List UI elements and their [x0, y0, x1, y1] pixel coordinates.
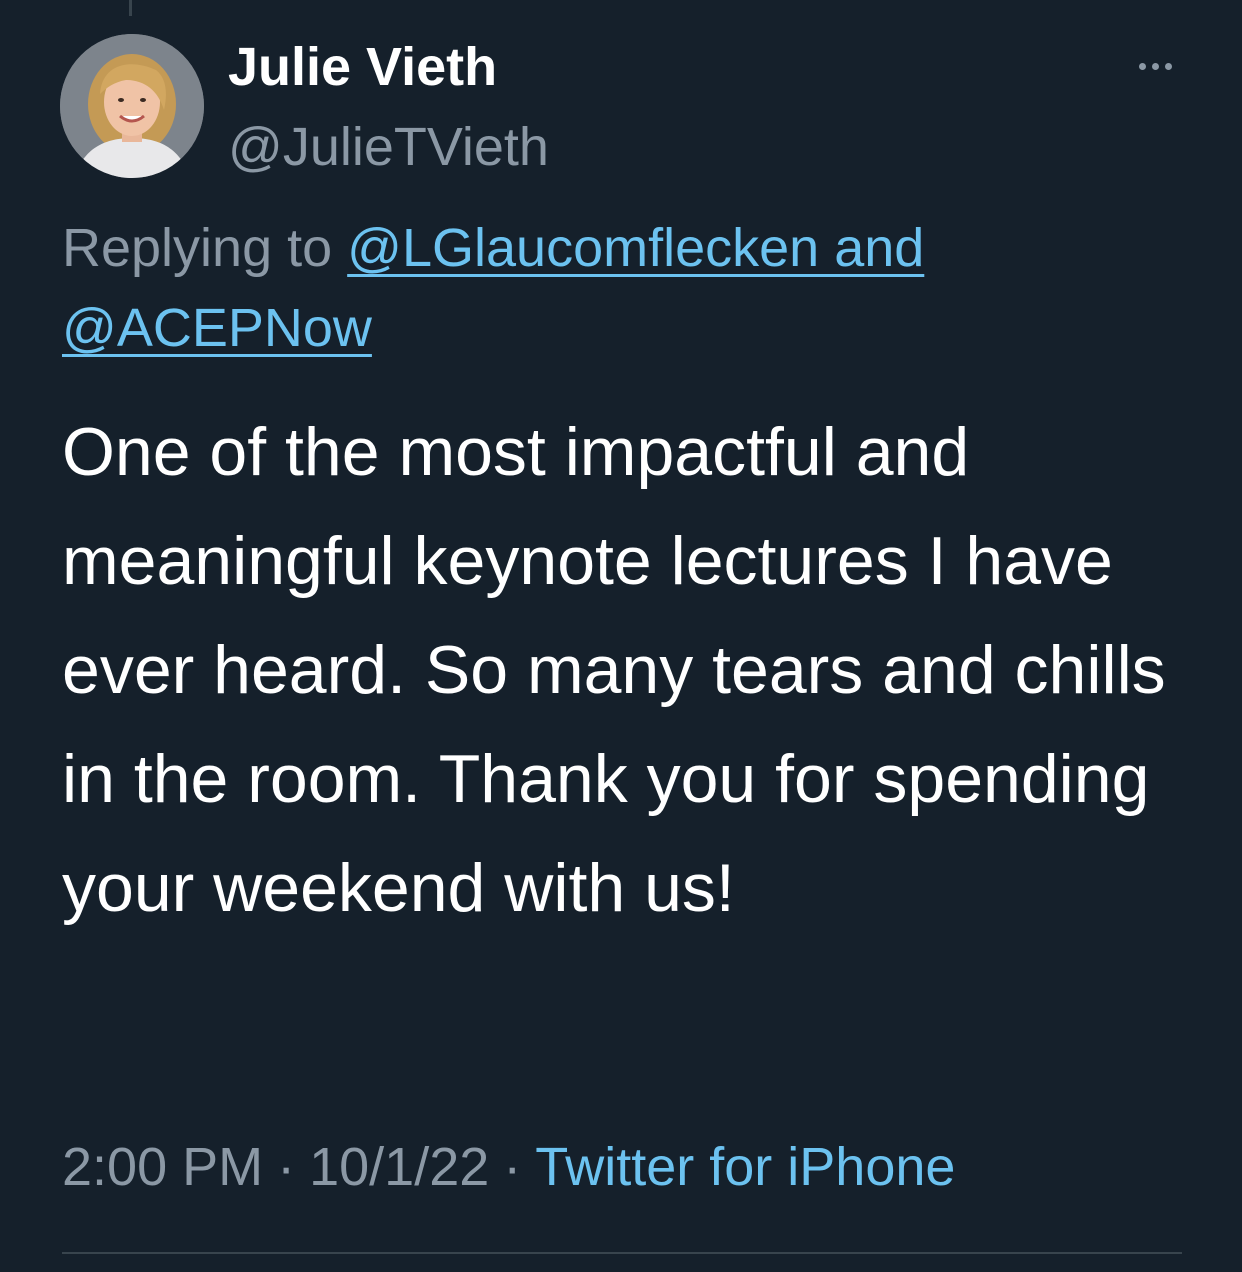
ellipsis-icon — [1138, 62, 1146, 70]
ellipsis-icon — [1164, 62, 1172, 70]
profile-photo-icon — [60, 34, 204, 178]
author-handle[interactable]: @JulieTVieth — [228, 114, 549, 180]
reply-mention-link[interactable]: @LGlaucomflecken and — [347, 218, 924, 278]
thread-connector-line — [129, 0, 132, 16]
reply-mention-link[interactable]: @ACEPNow — [62, 298, 372, 358]
tweet-metadata: 2:00 PM · 10/1/22 · Twitter for iPhone — [62, 1134, 955, 1200]
tweet-text: One of the most impactful and meaningful… — [62, 414, 1166, 926]
ellipsis-icon — [1151, 62, 1159, 70]
reply-context: Replying to @LGlaucomflecken and @ACEPNow — [62, 208, 1182, 368]
meta-separator: · — [277, 1137, 296, 1197]
reply-context-prefix: Replying to — [62, 218, 348, 278]
divider — [62, 1252, 1182, 1254]
tweet-time[interactable]: 2:00 PM — [62, 1137, 263, 1197]
more-options-button[interactable] — [1122, 46, 1188, 86]
tweet-date[interactable]: 10/1/22 — [309, 1137, 489, 1197]
avatar[interactable] — [60, 34, 204, 178]
tweet-source-link[interactable]: Twitter for iPhone — [535, 1137, 955, 1197]
meta-separator: · — [503, 1137, 522, 1197]
author-display-name[interactable]: Julie Vieth — [228, 34, 497, 100]
